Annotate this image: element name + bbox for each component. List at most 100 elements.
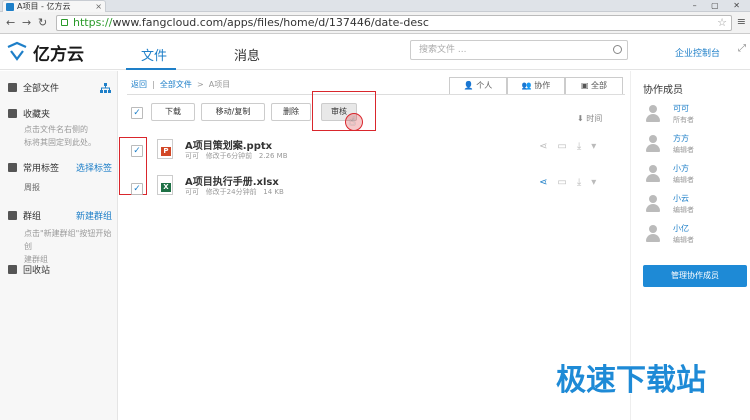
file-row[interactable]: ✓ P A项目策划案.pptx 可可 修改于6分钟前 2.26 MB ⋖▭⤓▾ — [119, 137, 629, 173]
xlsx-file-icon: X — [157, 175, 173, 195]
trash-icon — [8, 265, 17, 274]
back-icon[interactable]: ← — [6, 16, 15, 29]
app-header: 亿方云 文件 消息 搜索文件 ... 企业控制台 ⤢ — [0, 34, 750, 70]
window-controls[interactable]: – ▢ ✕ — [693, 0, 746, 11]
download-button[interactable]: 下载 — [151, 103, 195, 121]
tab-personal[interactable]: 👤 个人 — [449, 77, 507, 95]
address-bar-row: ← → ↻ https://www.fangcloud.com/apps/fil… — [0, 12, 750, 34]
url-scheme: https:// — [73, 16, 113, 29]
sidebar-item-all-files[interactable]: 全部文件 — [8, 81, 59, 94]
file-row[interactable]: ✓ X A项目执行手册.xlsx 可可 修改于24分钟前 14 KB ⋖▭⤓▾ — [119, 173, 629, 209]
group-icon — [8, 211, 17, 220]
sidebar-label: 收藏夹 — [23, 110, 51, 120]
new-group-link[interactable]: 新建群组 — [76, 209, 112, 222]
sidebar-item-groups[interactable]: 群组 — [8, 209, 41, 222]
sidebar-label: 群组 — [23, 212, 42, 222]
divider — [127, 94, 625, 95]
nav-tab-files[interactable]: 文件 — [141, 45, 167, 64]
file-name[interactable]: A项目执行手册.xlsx — [185, 173, 279, 188]
sidebar-item-tags[interactable]: 常用标签 — [8, 161, 59, 174]
member-role: 编辑者 — [673, 236, 694, 244]
tag-icon — [8, 163, 17, 172]
search-input[interactable]: 搜索文件 ... — [410, 40, 628, 60]
browser-menu-icon[interactable]: ≡ — [737, 15, 746, 28]
reload-icon[interactable]: ↻ — [38, 16, 47, 29]
active-tab-underline — [126, 68, 176, 70]
search-icon[interactable] — [613, 45, 622, 54]
download-icon: ⤓ — [576, 141, 592, 152]
file-actions[interactable]: ⋖▭⤓▾ — [539, 177, 606, 188]
org-tree-icon[interactable] — [100, 83, 111, 93]
mouse-cursor-icon: ☝ — [345, 113, 363, 131]
member-role: 编辑者 — [673, 206, 694, 214]
sidebar-label: 回收站 — [23, 266, 51, 276]
sidebar-label: 全部文件 — [23, 84, 60, 94]
file-checkbox[interactable]: ✓ — [131, 183, 143, 195]
member-item[interactable]: 小云 编辑者 — [645, 193, 745, 221]
more-icon: ▾ — [591, 141, 607, 152]
breadcrumb-back[interactable]: 返回 — [131, 80, 147, 89]
comment-icon: ▭ — [557, 141, 577, 152]
sidebar: 全部文件 收藏夹 点击文件名右侧的 标将其固定到此处。 常用标签 选择标签 周报 … — [0, 71, 118, 420]
fangcloud-logo-icon — [7, 41, 27, 61]
logo-text: 亿方云 — [33, 45, 84, 65]
share-icon: ⋖ — [539, 177, 558, 188]
avatar — [645, 165, 661, 183]
groups-hint: 点击"新建群组"按钮开始创 建群组 — [24, 229, 112, 264]
file-name[interactable]: A项目策划案.pptx — [185, 137, 272, 152]
member-name[interactable]: 小方 — [673, 163, 689, 174]
favorites-hint: 点击文件名右侧的 标将其固定到此处。 — [24, 125, 96, 147]
browser-tab-bar: A项目 - 亿方云 × – ▢ ✕ — [0, 0, 750, 12]
file-meta: 可可 修改于24分钟前 14 KB — [185, 188, 284, 196]
close-tab-icon[interactable]: × — [95, 1, 102, 12]
sidebar-tag-weekly-report[interactable]: 周报 — [24, 181, 112, 194]
expand-icon[interactable]: ⤢ — [738, 43, 746, 54]
file-actions[interactable]: ⋖▭⤓▾ — [539, 141, 606, 152]
breadcrumb: 返回 | 全部文件 > A项目 — [131, 80, 231, 89]
bookmark-star-icon[interactable]: ☆ — [717, 16, 727, 30]
select-tags-link[interactable]: 选择标签 — [76, 161, 112, 174]
member-item[interactable]: 方方 编辑者 — [645, 133, 745, 161]
more-icon: ▾ — [591, 177, 607, 188]
review-highlight-box — [312, 91, 376, 131]
avatar — [645, 135, 661, 153]
file-checkbox[interactable]: ✓ — [131, 145, 143, 157]
member-name[interactable]: 方方 — [673, 133, 689, 144]
avatar — [645, 105, 661, 123]
search-placeholder: 搜索文件 ... — [419, 45, 467, 55]
member-name[interactable]: 小云 — [673, 193, 689, 204]
forward-icon[interactable]: → — [22, 16, 31, 29]
member-item[interactable]: 小方 编辑者 — [645, 163, 745, 191]
nav-tab-messages[interactable]: 消息 — [234, 45, 260, 64]
url-rest: www.fangcloud.com/apps/files/home/d/1374… — [112, 16, 429, 29]
member-role: 所有者 — [673, 116, 694, 124]
sidebar-item-favorites[interactable]: 收藏夹 — [8, 107, 50, 120]
manage-collaborators-button[interactable]: 管理协作成员 — [643, 265, 747, 287]
browser-tab[interactable]: A项目 - 亿方云 × — [2, 0, 106, 12]
share-icon: ⋖ — [539, 141, 558, 152]
avatar — [645, 195, 661, 213]
sort-by-time[interactable]: ⬇ 时间 — [577, 113, 602, 124]
member-item[interactable]: 小亿 编辑者 — [645, 223, 745, 251]
breadcrumb-all-files[interactable]: 全部文件 — [160, 80, 192, 89]
tab-collab[interactable]: 👥 协作 — [507, 77, 565, 95]
file-list-panel: 返回 | 全部文件 > A项目 👤 个人 👥 协作 ▣ 全部 ✓ 下载 移动/复… — [119, 71, 629, 420]
download-icon: ⤓ — [576, 177, 592, 188]
move-copy-button[interactable]: 移动/复制 — [201, 103, 265, 121]
view-filter-tabs: 👤 个人 👥 协作 ▣ 全部 — [449, 77, 625, 95]
member-name[interactable]: 小亿 — [673, 223, 689, 234]
home-icon — [8, 83, 17, 92]
member-role: 编辑者 — [673, 176, 694, 184]
member-item[interactable]: 可可 所有者 — [645, 103, 745, 131]
bookmark-icon — [8, 109, 17, 118]
site-favicon-icon — [6, 3, 14, 11]
tab-all[interactable]: ▣ 全部 — [565, 77, 623, 95]
sidebar-item-trash[interactable]: 回收站 — [8, 263, 50, 276]
delete-button[interactable]: 删除 — [271, 103, 311, 121]
collaborators-title: 协作成员 — [643, 85, 683, 96]
url-field[interactable]: https://www.fangcloud.com/apps/files/hom… — [56, 15, 732, 31]
member-name[interactable]: 可可 — [673, 103, 689, 114]
enterprise-console-link[interactable]: 企业控制台 — [675, 46, 720, 59]
comment-icon: ▭ — [557, 177, 577, 188]
select-all-checkbox[interactable]: ✓ — [131, 107, 143, 119]
